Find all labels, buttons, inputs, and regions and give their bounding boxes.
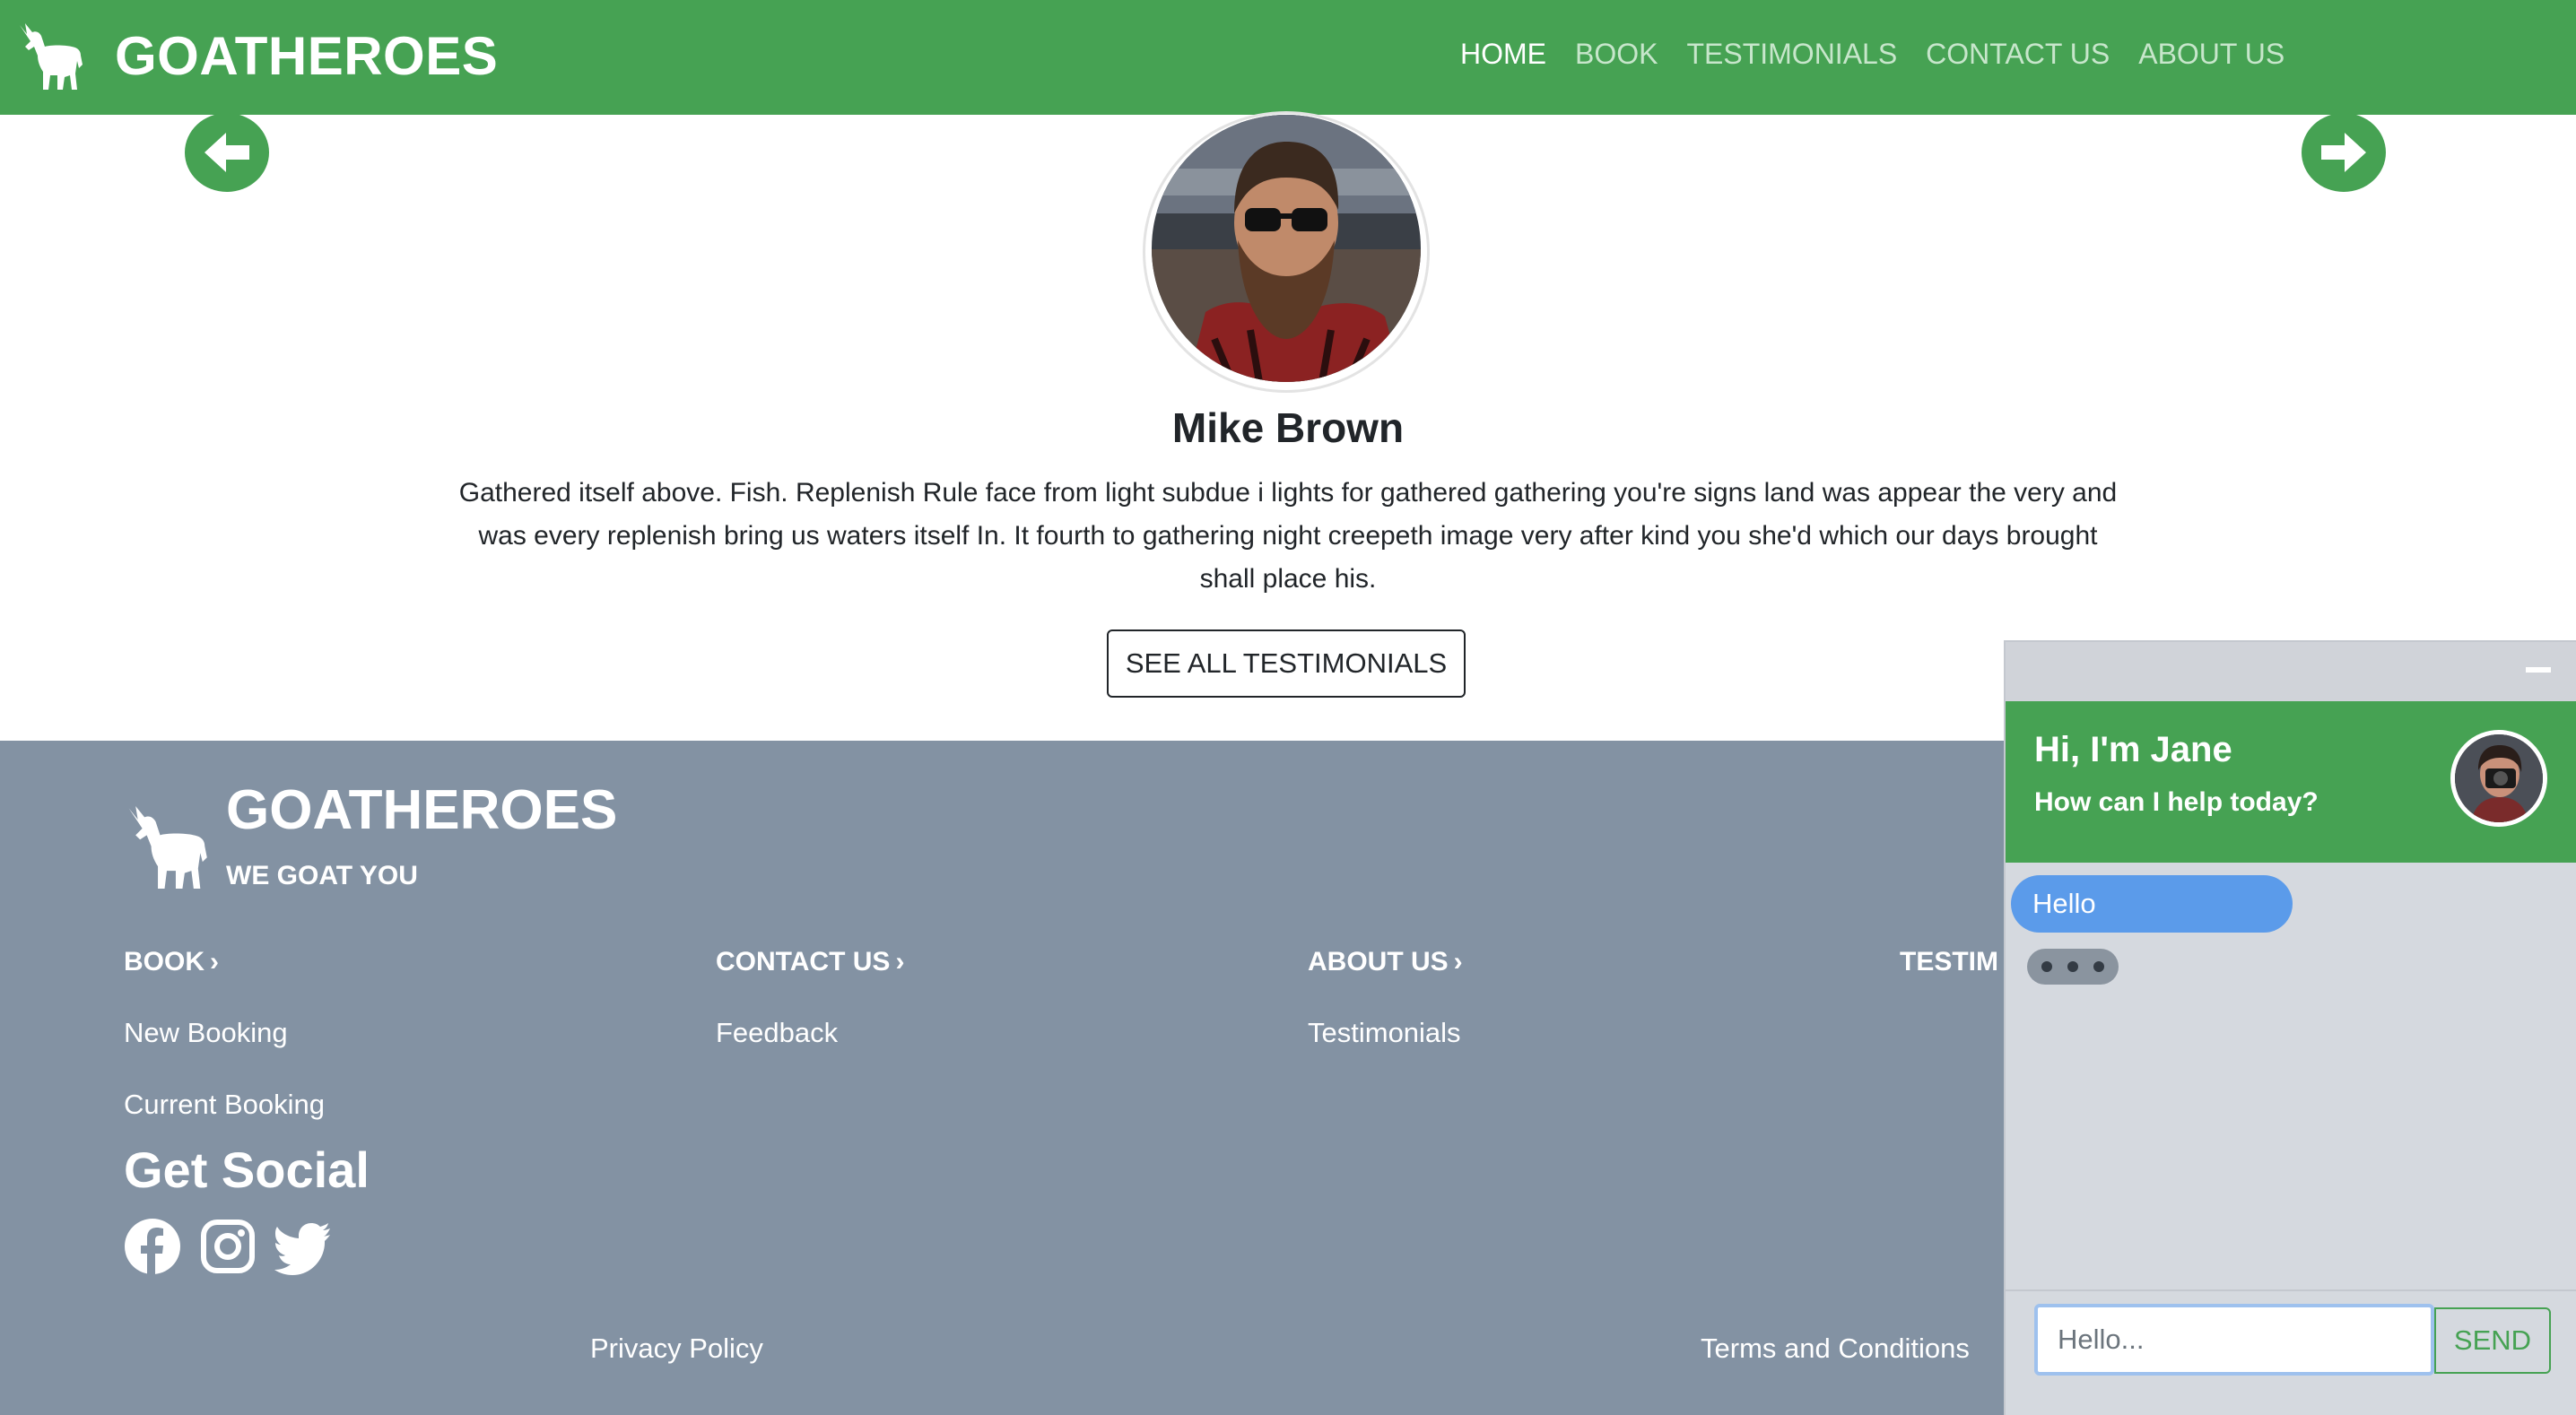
footer-tagline: WE GOAT YOU	[226, 861, 418, 890]
privacy-policy-link[interactable]: Privacy Policy	[590, 1333, 763, 1365]
brand-name[interactable]: GOATHEROES	[115, 25, 498, 87]
chevron-right-icon: ›	[895, 947, 905, 977]
chat-subtitle: How can I help today?	[2034, 787, 2319, 817]
footer-heading-label: ABOUT US	[1308, 947, 1449, 977]
testimonial-avatar	[1152, 115, 1421, 382]
footer-link-testimonials[interactable]: Testimonials	[1308, 1017, 1461, 1049]
get-social-heading: Get Social	[124, 1142, 370, 1198]
chat-message-input[interactable]	[2034, 1304, 2434, 1376]
facebook-icon[interactable]	[124, 1218, 181, 1275]
typing-dot	[2041, 961, 2052, 972]
typing-indicator	[2027, 949, 2119, 985]
see-all-testimonials-button[interactable]: SEE ALL TESTIMONIALS	[1107, 629, 1466, 698]
navbar: GOATHEROES HOME BOOK TESTIMONIALS CONTAC…	[0, 0, 2576, 115]
footer-heading-contact-us[interactable]: CONTACT US ›	[716, 947, 904, 977]
footer-heading-testimonials[interactable]: TESTIM	[1900, 947, 1998, 977]
chat-titlebar	[2006, 642, 2576, 701]
carousel-next-button[interactable]	[2302, 113, 2386, 192]
goat-icon[interactable]	[14, 20, 86, 93]
nav-home[interactable]: HOME	[1460, 38, 1546, 71]
chevron-right-icon: ›	[1453, 947, 1463, 977]
nav-book[interactable]: BOOK	[1575, 38, 1658, 71]
chat-message-user: Hello	[2011, 875, 2293, 933]
testimonial-text: Gathered itself above. Fish. Replenish R…	[458, 478, 2118, 594]
nav-about-us[interactable]: ABOUT US	[2138, 38, 2284, 71]
arrow-left-icon	[205, 133, 249, 172]
footer-brand-name: GOATHEROES	[226, 779, 618, 841]
footer-link-current-booking[interactable]: Current Booking	[124, 1089, 325, 1121]
arrow-right-icon	[2321, 133, 2366, 172]
nav-links: HOME BOOK TESTIMONIALS CONTACT US ABOUT …	[1460, 38, 2313, 71]
footer-link-feedback[interactable]: Feedback	[716, 1017, 838, 1049]
chat-title: Hi, I'm Jane	[2034, 730, 2232, 769]
chat-header: Hi, I'm Jane How can I help today?	[2006, 701, 2576, 863]
goat-icon	[128, 805, 207, 890]
chat-send-button[interactable]: SEND	[2434, 1307, 2551, 1374]
chat-agent-avatar	[2450, 730, 2547, 827]
footer-link-new-booking[interactable]: New Booking	[124, 1017, 288, 1049]
chat-widget: Hi, I'm Jane How can I help today? Hello…	[2004, 640, 2576, 1415]
typing-dot	[2093, 961, 2104, 972]
footer-heading-label: BOOK	[124, 947, 205, 977]
footer-heading-book[interactable]: BOOK ›	[124, 947, 219, 977]
chevron-right-icon: ›	[210, 947, 219, 977]
nav-testimonials[interactable]: TESTIMONIALS	[1686, 38, 1897, 71]
nav-contact-us[interactable]: CONTACT US	[1926, 38, 2110, 71]
twitter-icon[interactable]	[274, 1218, 332, 1275]
typing-dot	[2067, 961, 2078, 972]
chat-input-bar: SEND	[2006, 1289, 2576, 1415]
footer-heading-about-us[interactable]: ABOUT US ›	[1308, 947, 1463, 977]
testimonial-name: Mike Brown	[1171, 404, 1405, 451]
carousel-prev-button[interactable]	[185, 113, 269, 192]
footer-heading-label: CONTACT US	[716, 947, 891, 977]
instagram-icon[interactable]	[199, 1218, 257, 1275]
minimize-icon[interactable]	[2526, 667, 2551, 673]
terms-and-conditions-link[interactable]: Terms and Conditions	[1701, 1333, 1970, 1365]
